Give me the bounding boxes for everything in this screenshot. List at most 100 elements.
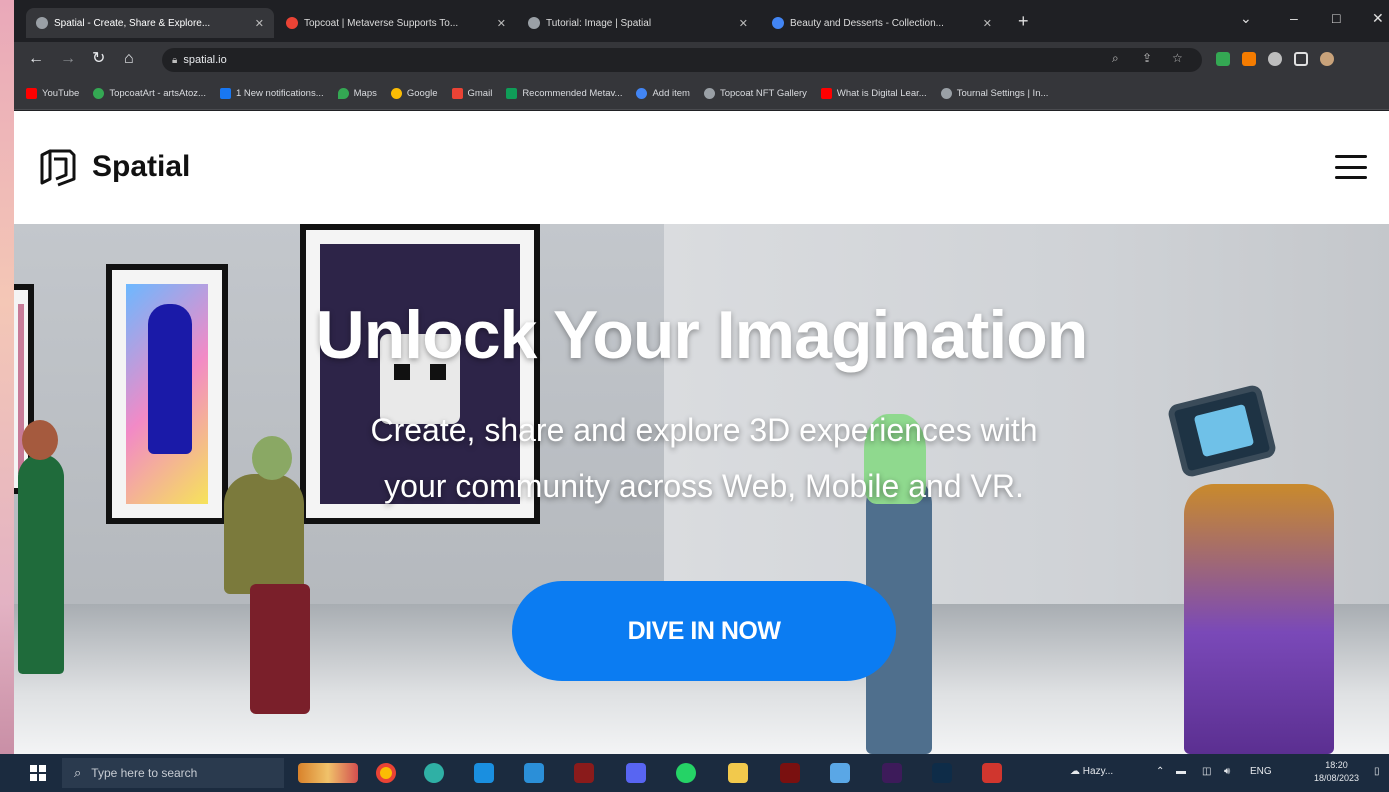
weather-widget[interactable]: ☁ Hazy... [1070, 766, 1113, 777]
search-placeholder: Type here to search [91, 766, 198, 780]
collection-favicon-icon [772, 17, 784, 29]
chrome-icon[interactable] [376, 763, 396, 783]
settings-icon [940, 88, 952, 99]
acrobat-icon[interactable] [982, 763, 1002, 783]
brand-name: Spatial [92, 150, 191, 183]
mail-icon[interactable] [474, 763, 494, 783]
add-item-icon [636, 88, 648, 99]
browser-window: Spatial - Create, Share & Explore... ✕ T… [14, 0, 1389, 754]
vscode-icon[interactable] [524, 763, 544, 783]
tab-title: Topcoat | Metaverse Supports To... [304, 17, 459, 29]
spatial-logo[interactable]: Spatial [36, 145, 190, 189]
maximize-button[interactable]: □ [1332, 10, 1340, 26]
system-clock[interactable]: 18:20 18/08/2023 [1314, 759, 1359, 785]
search-icon: ⌕ [74, 765, 82, 780]
bookmark-label: Maps [353, 88, 377, 99]
bookmark-gmail[interactable]: Gmail [451, 88, 493, 99]
clock-time: 18:20 [1325, 760, 1348, 770]
bookmark-nft-gallery[interactable]: Topcoat NFT Gallery [703, 88, 807, 99]
hero-subtitle: Create, share and explore 3D experiences… [304, 402, 1104, 514]
avatar-figure [1184, 484, 1334, 754]
tab-title: Beauty and Desserts - Collection... [790, 17, 944, 29]
weather-icon: ☁ [1070, 766, 1080, 777]
bookmark-label: Gmail [467, 88, 493, 99]
extension-metamask-icon[interactable] [1242, 52, 1256, 66]
app-icon[interactable] [830, 763, 850, 783]
close-tab-icon[interactable]: ✕ [975, 17, 992, 30]
bookmark-notifications[interactable]: 1 New notifications... [219, 88, 324, 99]
battery-icon[interactable]: ◫ [1202, 766, 1211, 777]
extensions-puzzle-icon[interactable] [1268, 52, 1282, 66]
lock-icon: 🔒︎ [172, 54, 178, 66]
youtube-icon [26, 88, 37, 99]
bookmark-label: 1 New notifications... [235, 88, 324, 99]
tray-chevron-up-icon[interactable]: ⌃ [1156, 766, 1164, 777]
address-bar[interactable]: 🔒︎ spatial.io ⌕ ⇪ ☆ [162, 48, 1202, 72]
bookmark-label: What is Digital Lear... [836, 88, 927, 99]
minimize-button[interactable]: – [1290, 10, 1298, 26]
bookmark-topcoatart[interactable]: TopcoatArt - artsAtoz... [93, 88, 206, 99]
hamburger-menu-icon[interactable] [1335, 155, 1367, 179]
bookmark-digital-learning[interactable]: What is Digital Lear... [820, 88, 927, 99]
new-tab-button[interactable]: + [1018, 12, 1029, 30]
reload-icon[interactable]: ↻ [92, 49, 105, 69]
photoshop-icon[interactable] [932, 763, 952, 783]
gmail-icon [451, 88, 463, 99]
topcoat-icon [93, 88, 105, 99]
tab-topcoat[interactable]: Topcoat | Metaverse Supports To... ✕ [276, 8, 516, 38]
youtube-icon [820, 88, 832, 99]
zoom-icon[interactable]: ⌕ [1112, 51, 1119, 66]
language-indicator[interactable]: ENG [1250, 766, 1272, 777]
back-arrow-icon[interactable]: ← [28, 49, 44, 69]
close-tab-icon[interactable]: ✕ [489, 17, 506, 30]
file-explorer-icon[interactable] [728, 763, 748, 783]
tab-spatial[interactable]: Spatial - Create, Share & Explore... ✕ [26, 8, 274, 38]
notification-icon[interactable]: ▯ [1374, 766, 1380, 777]
sidebar-panel-icon[interactable] [1294, 52, 1308, 66]
close-tab-icon[interactable]: ✕ [247, 17, 264, 30]
bookmark-add-item[interactable]: Add item [636, 88, 690, 99]
windows-start-icon[interactable] [30, 765, 46, 781]
close-button[interactable]: ✕ [1372, 10, 1384, 27]
web-page: Spatial Unlock Your Imagination Create, … [14, 111, 1389, 754]
hero-subtitle-line: your community across Web, Mobile and VR… [384, 468, 1024, 504]
avatar-figure [18, 454, 64, 674]
bookmark-youtube[interactable]: YouTube [26, 88, 79, 99]
url-text: spatial.io [183, 54, 227, 66]
forward-arrow-icon[interactable]: → [60, 49, 76, 69]
bookmark-label: TopcoatArt - artsAtoz... [109, 88, 206, 99]
facebook-icon [219, 88, 231, 99]
hero-subtitle-line: Create, share and explore 3D experiences… [370, 412, 1038, 448]
spatial-logo-icon [40, 149, 76, 187]
share-icon[interactable]: ⇪ [1142, 51, 1152, 65]
volume-icon[interactable]: 🔊︎ [1224, 766, 1230, 777]
indesign-icon[interactable] [882, 763, 902, 783]
bookmark-recommended[interactable]: Recommended Metav... [506, 88, 622, 99]
bookmark-label: Recommended Metav... [522, 88, 623, 99]
bookmark-google[interactable]: Google [390, 88, 438, 99]
edge-icon[interactable] [424, 763, 444, 783]
bookmark-label: Add item [652, 88, 690, 99]
tab-tutorial[interactable]: Tutorial: Image | Spatial ✕ [518, 8, 758, 38]
network-icon[interactable]: ▬ [1176, 766, 1186, 777]
profile-avatar-icon[interactable] [1320, 52, 1334, 66]
home-icon[interactable]: ⌂ [124, 49, 134, 69]
discord-icon[interactable] [626, 763, 646, 783]
search-highlight-icon[interactable] [298, 763, 358, 783]
dive-in-now-button[interactable]: DIVE IN NOW [512, 581, 896, 681]
bookmark-tournal-settings[interactable]: Tournal Settings | In... [940, 88, 1048, 99]
avatar-head [22, 420, 58, 460]
close-tab-icon[interactable]: ✕ [731, 17, 748, 30]
bookmark-label: Topcoat NFT Gallery [719, 88, 807, 99]
chevron-down-icon[interactable]: ⌄ [1240, 10, 1252, 27]
bookmark-star-icon[interactable]: ☆ [1172, 51, 1183, 65]
extension-drive-icon[interactable] [1216, 52, 1230, 66]
bookmark-maps[interactable]: Maps [337, 88, 377, 99]
tab-beauty[interactable]: Beauty and Desserts - Collection... ✕ [762, 8, 1002, 38]
store-icon[interactable] [574, 763, 594, 783]
illustrator-icon[interactable] [780, 763, 800, 783]
whatsapp-icon[interactable] [676, 763, 696, 783]
maps-pin-icon [337, 88, 349, 99]
taskbar-search-box[interactable]: ⌕ Type here to search [62, 758, 284, 788]
spatial-favicon-icon [36, 17, 48, 29]
